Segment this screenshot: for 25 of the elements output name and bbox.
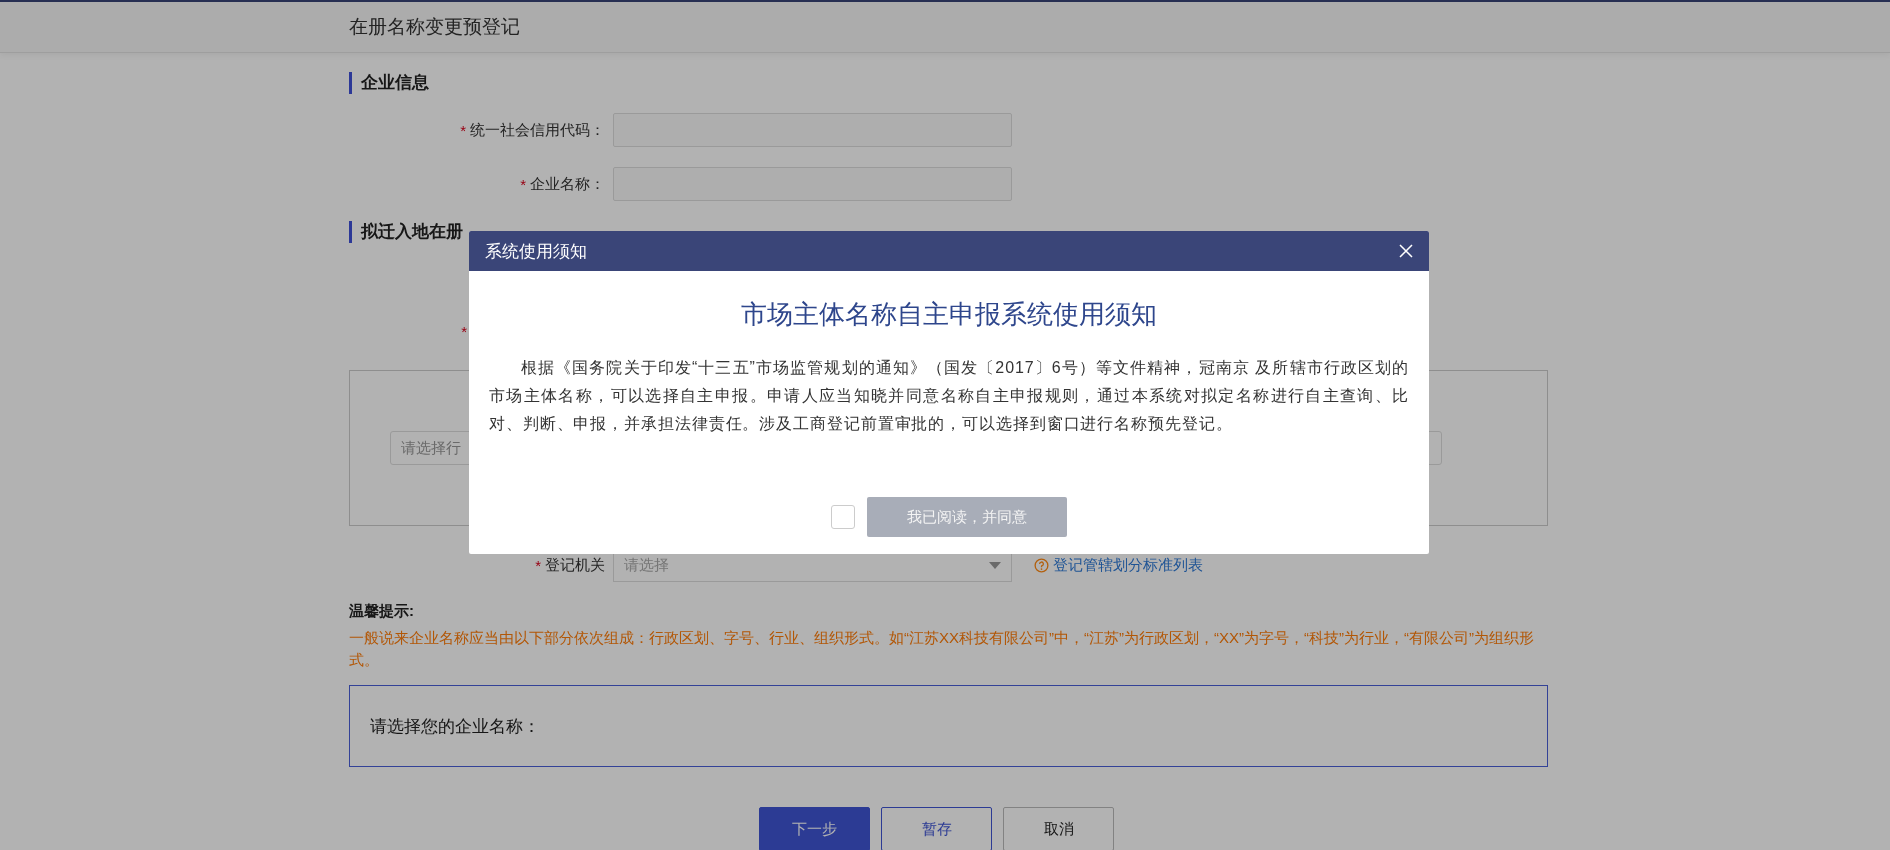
action-button[interactable]: 取消 [1003, 807, 1114, 850]
section-title: 企业信息 [349, 72, 1548, 94]
action-button[interactable]: 下一步 [759, 807, 870, 850]
field-label: 登记机关 [545, 555, 605, 575]
required-mark: * [461, 322, 467, 340]
required-mark: * [535, 556, 541, 574]
required-mark: * [460, 121, 466, 139]
field-label: 企业名称： [530, 174, 605, 194]
action-button[interactable]: 暂存 [881, 807, 992, 850]
standard-list-link[interactable]: 登记管辖划分标准列表 [1053, 555, 1203, 575]
tips-text: 一般说来企业名称应当由以下部分依次组成：行政区划、字号、行业、组织形式。如“江苏XX科技有限公司”中，“江苏”为行政区划，“XX”为字号，“科技”为行业，“有限公司”为组织形式。 [349, 628, 1535, 670]
help-icon [1034, 557, 1049, 573]
tips-title: 温馨提示: [349, 602, 415, 621]
close-icon[interactable] [1399, 244, 1413, 258]
required-mark: * [520, 175, 526, 193]
caret-icon [989, 561, 1001, 569]
panel-label: 请选择您的企业名称： [370, 715, 540, 738]
notice-text: 根据《国务院关于印发“十三五”市场监管规划的通知》（国发〔2017〕6号）等文件精神，冠南京 及所辖市行政区划的市场主体名称，可以选择自主申报。申请人应当知晓并同意名称自主申报规则，通过本系统对拟定名称进行自主查询、比对、判断、申报，并承担法律责任。涉及工商登记前置审批的，可以选择到窗口进行名称预先登记。 [489, 358, 1409, 434]
notice-heading: 市场主体名称自主申报系统使用须知 [740, 298, 1158, 331]
agree-checkbox[interactable] [831, 505, 855, 529]
field-label: 统一社会信用代码： [470, 120, 605, 140]
page-title: 在册名称变更预登记 [349, 15, 520, 39]
input-field[interactable] [613, 113, 1012, 147]
dialog-title: 系统使用须知 [485, 240, 587, 263]
input-field[interactable] [613, 167, 1012, 201]
